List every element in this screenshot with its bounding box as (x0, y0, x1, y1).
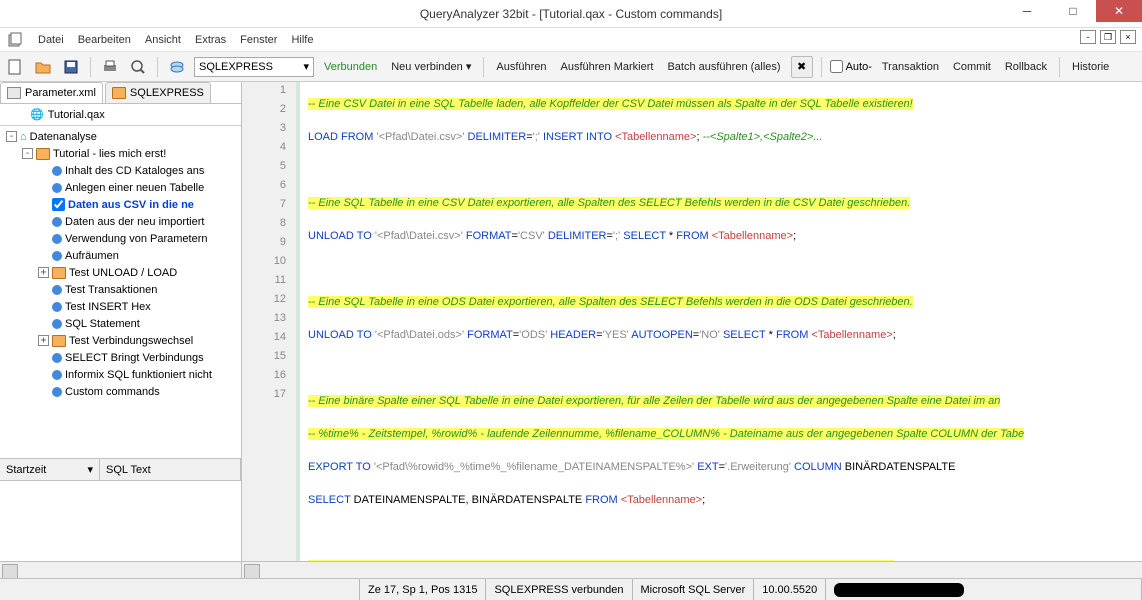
status-server: Microsoft SQL Server (633, 579, 755, 600)
scrollbar-h[interactable] (0, 561, 241, 578)
folder-icon (52, 335, 66, 347)
collapse-icon[interactable]: - (6, 131, 17, 142)
status-conn: SQLEXPRESS verbunden (486, 579, 632, 600)
bulb-icon (52, 302, 62, 312)
stop-button[interactable]: ✖ (791, 56, 813, 78)
transaktion-button[interactable]: Transaktion (878, 61, 943, 73)
file-icon: 🌐 (30, 108, 44, 121)
tree-item[interactable]: Informix SQL funktioniert nicht (65, 369, 212, 381)
bulb-icon (52, 251, 62, 261)
folder-icon (36, 148, 50, 160)
tree-item[interactable]: Verwendung von Parametern (65, 233, 207, 245)
sidebar: Parameter.xml SQLEXPRESS 🌐 Tutorial.qax -… (0, 82, 242, 578)
neu-verbinden-button[interactable]: Neu verbinden ▾ (387, 60, 475, 73)
tree-item[interactable]: Test Verbindungswechsel (69, 335, 193, 347)
print-button[interactable] (99, 56, 121, 78)
batch-button[interactable]: Batch ausführen (alles) (663, 61, 784, 73)
refresh-button[interactable] (166, 56, 188, 78)
close-button[interactable]: ✕ (1096, 0, 1142, 22)
expand-icon[interactable]: + (38, 267, 49, 278)
folder-icon (52, 267, 66, 279)
ausfuehren-markiert-button[interactable]: Ausführen Markiert (557, 61, 658, 73)
menu-hilfe[interactable]: Hilfe (291, 34, 313, 46)
maximize-button[interactable]: □ (1050, 0, 1096, 22)
status-version: 10.00.5520 (754, 579, 826, 600)
menu-fenster[interactable]: Fenster (240, 34, 277, 46)
tree-item[interactable]: Test Transaktionen (65, 284, 157, 296)
menu-ansicht[interactable]: Ansicht (145, 34, 181, 46)
tree-item[interactable]: Tutorial - lies mich erst! (53, 148, 166, 160)
line-gutter: 1234567891011121314151617 (242, 82, 300, 561)
tree-item-selected[interactable]: Daten aus CSV in die ne (68, 199, 194, 211)
bulb-icon (52, 183, 62, 193)
editor-scrollbar-h[interactable] (242, 561, 1142, 578)
file-name: Tutorial.qax (48, 109, 105, 121)
new-button[interactable] (4, 56, 26, 78)
collapse-icon[interactable]: - (22, 148, 33, 159)
mdi-close[interactable]: × (1120, 30, 1136, 44)
app-icon (6, 31, 24, 49)
bulb-icon (52, 319, 62, 329)
preview-button[interactable] (127, 56, 149, 78)
bulb-icon (52, 387, 62, 397)
bulb-icon (52, 353, 62, 363)
bulb-icon (52, 370, 62, 380)
commit-button[interactable]: Commit (949, 61, 995, 73)
col-sqltext[interactable]: SQL Text (100, 459, 241, 480)
open-button[interactable] (32, 56, 54, 78)
auto-checkbox[interactable]: Auto- (830, 60, 872, 73)
chevron-down-icon: ▾ (303, 60, 309, 73)
database-combo[interactable]: SQLEXPRESS ▾ (194, 57, 314, 77)
tree-item[interactable]: Test INSERT Hex (65, 301, 151, 313)
status-bar: Ze 17, Sp 1, Pos 1315 SQLEXPRESS verbund… (0, 578, 1142, 600)
tree-item[interactable]: Custom commands (65, 386, 160, 398)
tab-sqlexpress[interactable]: SQLEXPRESS (105, 82, 211, 103)
tree-item[interactable]: SQL Statement (65, 318, 140, 330)
menu-bar: Datei Bearbeiten Ansicht Extras Fenster … (0, 28, 1142, 52)
mdi-minimize[interactable]: - (1080, 30, 1096, 44)
tree-item[interactable]: SELECT Bringt Verbindungs (65, 352, 204, 364)
status-pos: Ze 17, Sp 1, Pos 1315 (360, 579, 486, 600)
tree-root[interactable]: Datenanalyse (30, 131, 97, 143)
save-button[interactable] (60, 56, 82, 78)
rollback-button[interactable]: Rollback (1001, 61, 1051, 73)
tab-parameter[interactable]: Parameter.xml (0, 82, 103, 103)
bulb-icon (52, 166, 62, 176)
history-panel: Startzeit▾ SQL Text (0, 458, 241, 578)
tree-item[interactable]: Aufräumen (65, 250, 119, 262)
menu-bearbeiten[interactable]: Bearbeiten (78, 34, 131, 46)
redacted-info (834, 583, 964, 597)
home-icon: ⌂ (20, 131, 27, 143)
tree-item[interactable]: Inhalt des CD Kataloges ans (65, 165, 204, 177)
toolbar: SQLEXPRESS ▾ Verbunden Neu verbinden ▾ Au… (0, 52, 1142, 82)
minimize-button[interactable]: ─ (1004, 0, 1050, 22)
tree-item[interactable]: Daten aus der neu importiert (65, 216, 204, 228)
bulb-icon (52, 285, 62, 295)
menu-extras[interactable]: Extras (195, 34, 226, 46)
mdi-restore[interactable]: ❐ (1100, 30, 1116, 44)
menu-datei[interactable]: Datei (38, 34, 64, 46)
window-title: QueryAnalyzer 32bit - [Tutorial.qax - Cu… (420, 7, 722, 21)
chevron-down-icon: ▾ (87, 463, 93, 476)
bulb-icon (52, 234, 62, 244)
tree-checkbox[interactable] (52, 198, 65, 211)
title-bar: QueryAnalyzer 32bit - [Tutorial.qax - Cu… (0, 0, 1142, 28)
tree[interactable]: -⌂Datenanalyse -Tutorial - lies mich ers… (0, 126, 241, 458)
bulb-icon (52, 217, 62, 227)
tree-item[interactable]: Anlegen einer neuen Tabelle (65, 182, 204, 194)
tree-item[interactable]: Test UNLOAD / LOAD (69, 267, 177, 279)
code-area[interactable]: -- Eine CSV Datei in eine SQL Tabelle la… (300, 82, 1142, 561)
status-verbunden: Verbunden (320, 61, 381, 73)
historie-button[interactable]: Historie (1068, 61, 1113, 73)
ausfuehren-button[interactable]: Ausführen (492, 61, 550, 73)
code-editor[interactable]: 1234567891011121314151617 -- Eine CSV Da… (242, 82, 1142, 578)
col-startzeit[interactable]: Startzeit▾ (0, 459, 100, 480)
expand-icon[interactable]: + (38, 335, 49, 346)
database-value: SQLEXPRESS (199, 61, 273, 73)
file-bar: 🌐 Tutorial.qax (0, 104, 241, 126)
